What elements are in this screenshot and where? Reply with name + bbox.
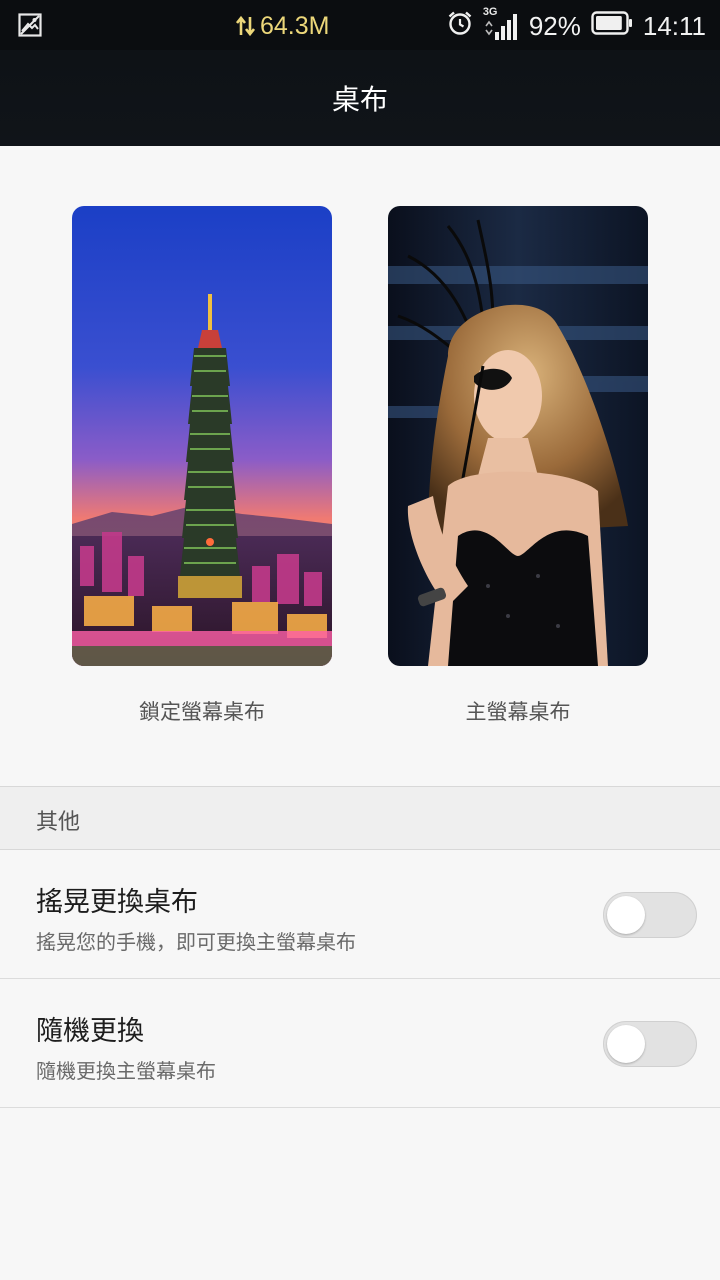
toggle-knob: [607, 1025, 645, 1063]
section-header-label: 其他: [36, 810, 81, 835]
data-speed-text: 64.3M: [260, 11, 330, 40]
battery-percent: 92%: [528, 10, 581, 41]
data-speed-indicator: 64.3M: [236, 8, 329, 44]
setting-title: 搖晃更換桌布: [36, 887, 198, 918]
lock-screen-wallpaper-image: [72, 206, 332, 666]
status-bar: 64.3M 3G 92% 14:11: [0, 0, 720, 50]
status-right-group: 3G 92% 14:11: [447, 6, 706, 44]
data-transfer-icon: [236, 15, 256, 37]
clock: 14:11: [642, 10, 706, 41]
home-screen-wallpaper-image: [388, 206, 648, 666]
home-screen-wallpaper-preview[interactable]: [388, 206, 648, 666]
page-title: 桌布: [331, 83, 388, 116]
setting-subtitle: 搖晃您的手機，即可更換主螢幕桌布: [36, 930, 356, 954]
title-bar: 桌布: [0, 50, 720, 146]
random-change-toggle[interactable]: [603, 1021, 697, 1067]
toggle-knob: [607, 896, 645, 934]
setting-subtitle: 隨機更換主螢幕桌布: [36, 1059, 216, 1083]
shake-change-toggle[interactable]: [603, 892, 697, 938]
lock-screen-wallpaper-label: 鎖定螢幕桌布: [139, 700, 265, 724]
signal-icon: 3G: [483, 6, 519, 42]
alarm-icon: [447, 10, 473, 43]
setting-title: 隨機更換: [36, 1016, 144, 1047]
section-header-other: 其他: [0, 786, 720, 850]
random-change-setting[interactable]: 隨機更換 隨機更換主螢幕桌布: [0, 979, 720, 1108]
shake-change-wallpaper-setting[interactable]: 搖晃更換桌布 搖晃您的手機，即可更換主螢幕桌布: [0, 850, 720, 979]
battery-icon: [591, 10, 633, 43]
lock-screen-wallpaper-preview[interactable]: [72, 206, 332, 666]
image-notification-icon: [18, 13, 42, 37]
wallpaper-previews: 鎖定螢幕桌布 主螢幕桌布: [0, 146, 720, 786]
home-screen-wallpaper-label: 主螢幕桌布: [465, 700, 571, 724]
